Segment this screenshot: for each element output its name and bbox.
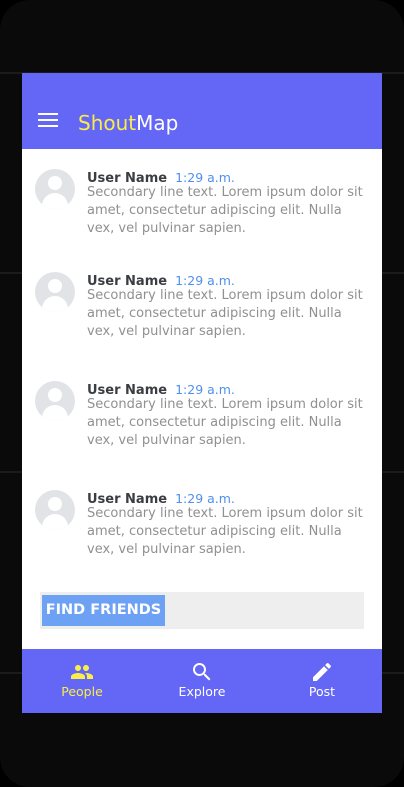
nav-item-explore[interactable]: Explore <box>142 649 262 713</box>
bottom-navigation: People Explore Post <box>22 649 382 713</box>
timestamp: 1:29 a.m. <box>175 491 235 506</box>
nav-item-post[interactable]: Post <box>262 649 382 713</box>
app-title-map: Map <box>136 111 179 135</box>
message-text: Secondary line text. Lorem ipsum dolor s… <box>87 397 363 448</box>
timestamp: 1:29 a.m. <box>175 273 235 288</box>
app-screen: ShoutMap User Name 1:29 a.m. Secondary li… <box>22 73 382 713</box>
nav-label: People <box>61 684 103 699</box>
avatar <box>35 381 75 421</box>
app-title-shout: Shout <box>78 111 137 135</box>
hamburger-menu-icon[interactable] <box>38 113 60 129</box>
avatar <box>35 272 75 312</box>
app-title: ShoutMap <box>78 111 178 135</box>
list-item[interactable]: User Name 1:29 a.m. Secondary line text. … <box>22 252 382 352</box>
phone-frame: ShoutMap User Name 1:29 a.m. Secondary li… <box>0 0 404 787</box>
timestamp: 1:29 a.m. <box>175 382 235 397</box>
nav-item-people[interactable]: People <box>22 649 142 713</box>
find-friends-bar: FIND FRIENDS <box>40 592 364 629</box>
timestamp: 1:29 a.m. <box>175 170 235 185</box>
app-bar: ShoutMap <box>22 73 382 149</box>
list-item[interactable]: User Name 1:29 a.m. Secondary line text. … <box>22 470 382 570</box>
people-icon <box>71 665 93 679</box>
avatar <box>35 169 75 209</box>
nav-label: Post <box>308 684 336 699</box>
search-icon <box>193 663 211 681</box>
list-item[interactable]: User Name 1:29 a.m. Secondary line text. … <box>22 149 382 249</box>
message-text: Secondary line text. Lorem ipsum dolor s… <box>87 185 363 236</box>
avatar <box>35 490 75 530</box>
list-item[interactable]: User Name 1:29 a.m. Secondary line text. … <box>22 361 382 461</box>
find-friends-button[interactable]: FIND FRIENDS <box>42 595 165 626</box>
nav-label: Explore <box>178 684 226 699</box>
pencil-icon <box>313 662 332 681</box>
message-text: Secondary line text. Lorem ipsum dolor s… <box>87 288 363 339</box>
message-text: Secondary line text. Lorem ipsum dolor s… <box>87 506 363 557</box>
